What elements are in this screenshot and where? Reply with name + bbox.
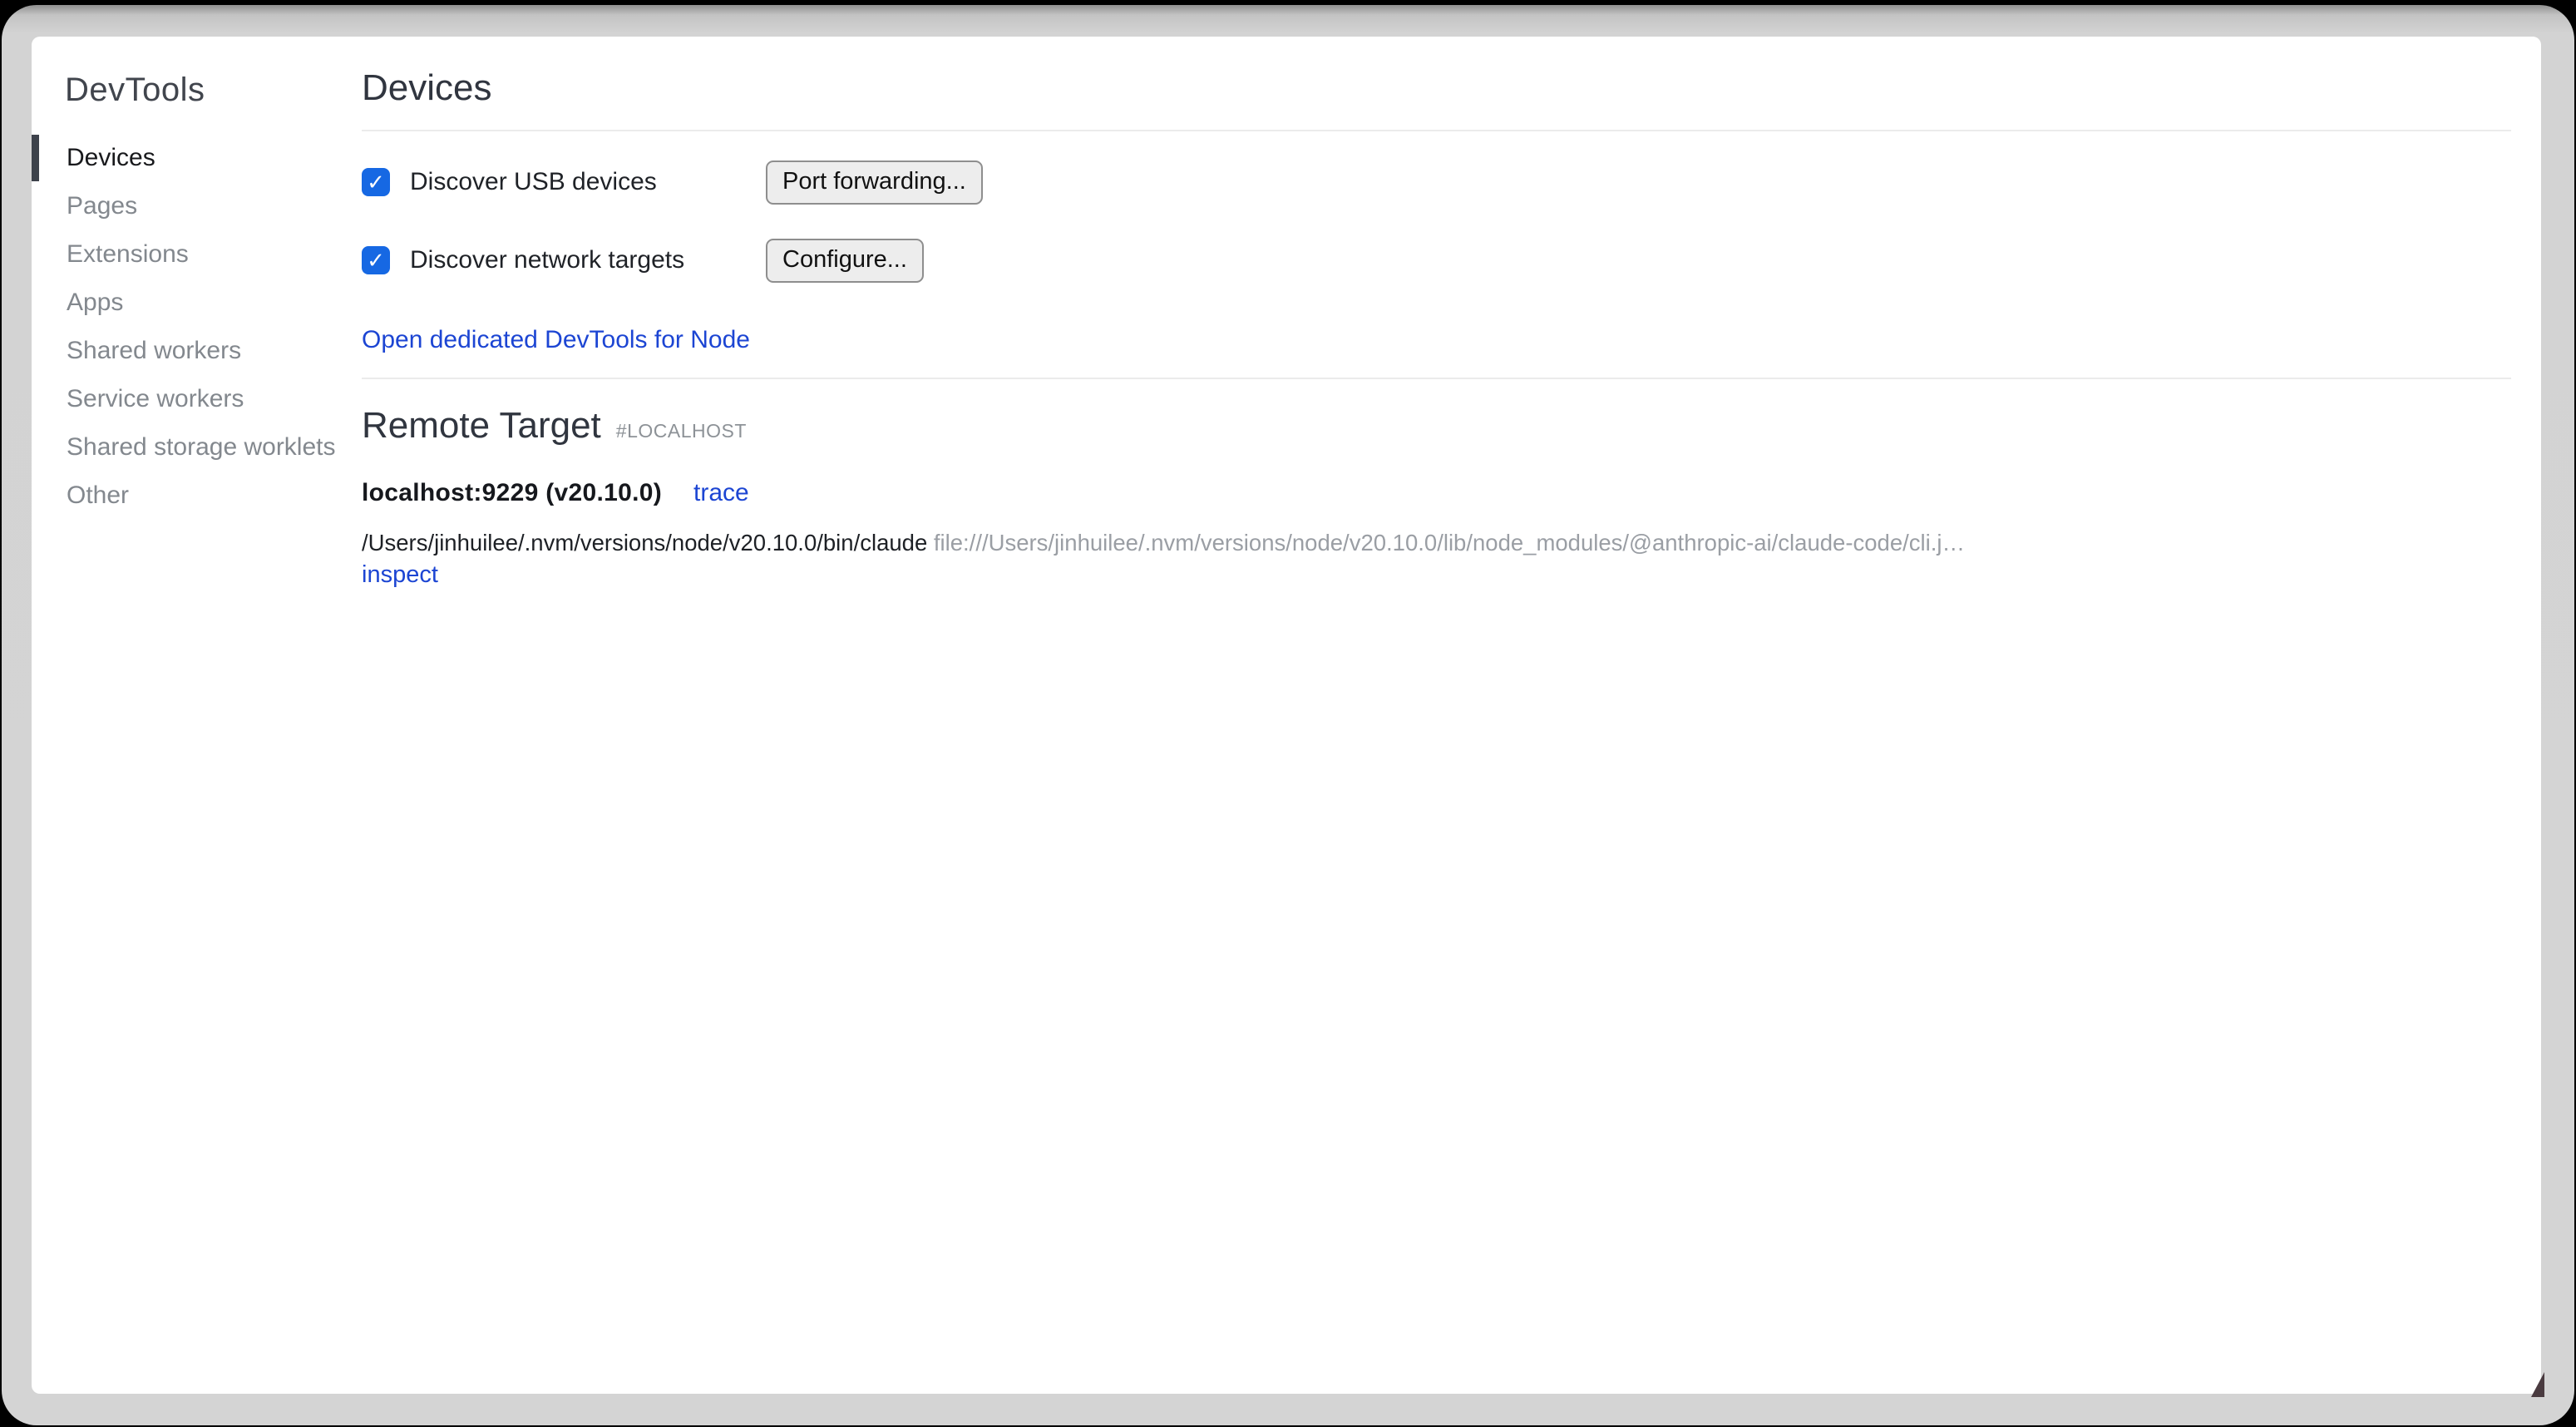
- sidebar: DevTools Devices Pages Extensions Apps S…: [32, 37, 363, 1394]
- sidebar-item-other[interactable]: Other: [32, 472, 363, 520]
- target-row: localhost:9229 (v20.10.0) trace: [362, 479, 2511, 507]
- target-binary-path: /Users/jinhuilee/.nvm/versions/node/v20.…: [362, 530, 927, 555]
- sidebar-item-label: Service workers: [67, 385, 244, 413]
- trace-link[interactable]: trace: [693, 479, 749, 507]
- sidebar-item-label: Pages: [67, 192, 137, 220]
- sidebar-item-label: Shared storage worklets: [67, 433, 336, 462]
- configure-button[interactable]: Configure...: [766, 239, 924, 283]
- port-forwarding-button[interactable]: Port forwarding...: [766, 160, 983, 205]
- remote-target-subtitle: #LOCALHOST: [616, 420, 747, 442]
- discover-usb-checkbox[interactable]: ✓: [362, 168, 390, 196]
- sidebar-item-label: Other: [67, 481, 129, 510]
- open-node-devtools-link[interactable]: Open dedicated DevTools for Node: [362, 326, 750, 353]
- remote-target-header: Remote Target #LOCALHOST: [362, 407, 2511, 444]
- sidebar-item-shared-storage-worklets[interactable]: Shared storage worklets: [32, 423, 363, 472]
- node-devtools-row: Open dedicated DevTools for Node: [362, 326, 2511, 354]
- discover-network-checkbox[interactable]: ✓: [362, 246, 390, 274]
- sidebar-item-service-workers[interactable]: Service workers: [32, 375, 363, 423]
- target-name: localhost:9229 (v20.10.0): [362, 479, 662, 507]
- sidebar-item-extensions[interactable]: Extensions: [32, 230, 363, 279]
- sidebar-item-pages[interactable]: Pages: [32, 182, 363, 230]
- target-file-url: file:///Users/jinhuilee/.nvm/versions/no…: [934, 530, 1965, 555]
- divider: [362, 130, 2511, 131]
- sidebar-item-label: Shared workers: [67, 337, 241, 365]
- sidebar-item-shared-workers[interactable]: Shared workers: [32, 327, 363, 375]
- main-panel: Devices ✓ Discover USB devices Port forw…: [362, 37, 2511, 589]
- sidebar-item-devices[interactable]: Devices: [32, 134, 363, 182]
- app-window: DevTools Devices Pages Extensions Apps S…: [2, 5, 2574, 1425]
- inspect-link[interactable]: inspect: [362, 561, 438, 588]
- discover-network-row: ✓ Discover network targets Configure...: [362, 241, 2511, 279]
- discover-network-label: Discover network targets: [410, 246, 684, 274]
- inspect-page: DevTools Devices Pages Extensions Apps S…: [32, 37, 2541, 1394]
- page-title: Devices: [362, 70, 2511, 106]
- sidebar-item-label: Apps: [67, 289, 123, 317]
- discover-usb-label: Discover USB devices: [410, 168, 657, 196]
- sidebar-title: DevTools: [65, 72, 363, 109]
- sidebar-list: Devices Pages Extensions Apps Shared wor…: [32, 134, 363, 520]
- discover-usb-row: ✓ Discover USB devices Port forwarding..…: [362, 163, 2511, 201]
- remote-target-title: Remote Target: [362, 407, 601, 444]
- sidebar-item-label: Devices: [67, 144, 155, 172]
- sidebar-item-apps[interactable]: Apps: [32, 279, 363, 327]
- target-details: /Users/jinhuilee/.nvm/versions/node/v20.…: [362, 529, 2025, 589]
- divider: [362, 378, 2511, 379]
- sidebar-item-label: Extensions: [67, 240, 189, 269]
